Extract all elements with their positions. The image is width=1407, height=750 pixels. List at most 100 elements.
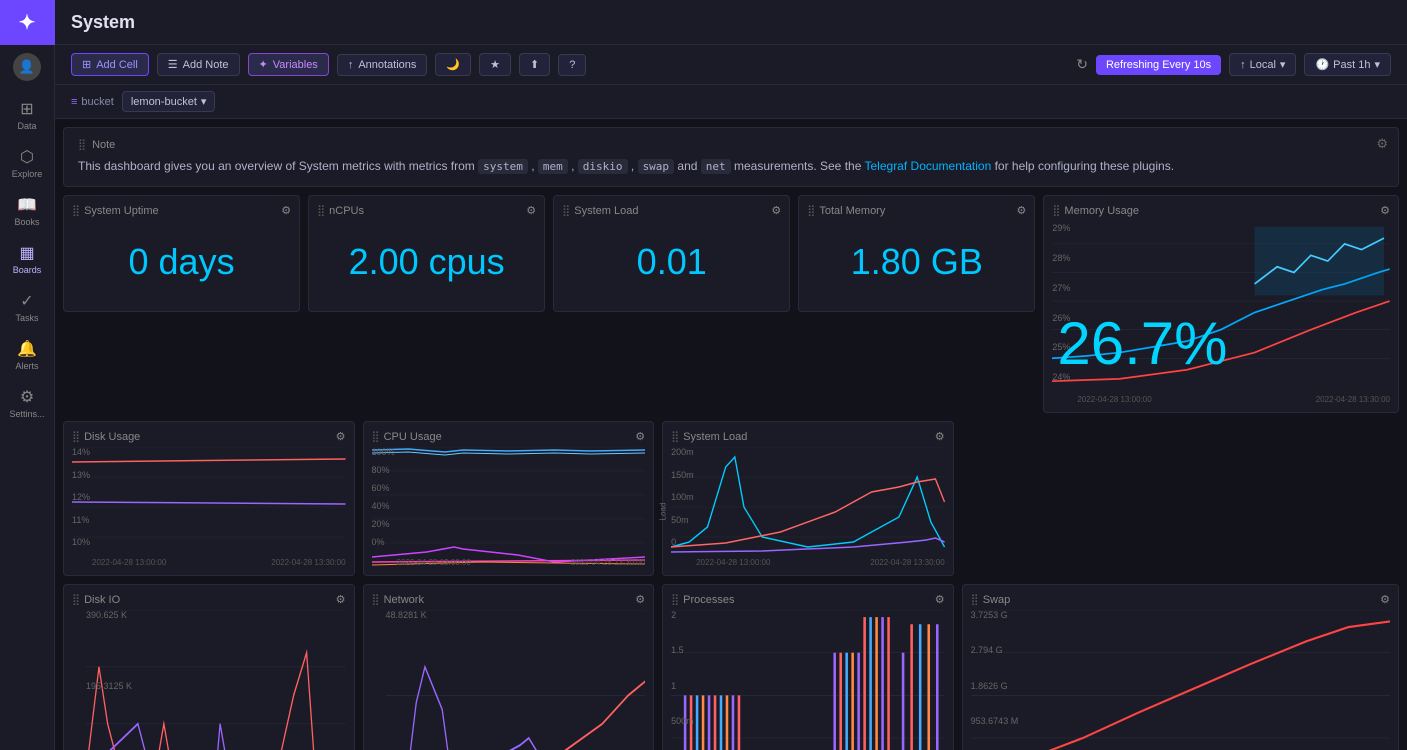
- memory-usage-title: ⣿ Memory Usage ⚙: [1052, 204, 1390, 217]
- upload-button[interactable]: ⬆: [519, 53, 550, 76]
- gear-icon-swap[interactable]: ⚙: [1380, 593, 1390, 606]
- gear-icon-diskusage[interactable]: ⚙: [336, 430, 346, 443]
- star-icon: ★: [490, 58, 500, 71]
- books-icon: 📖: [17, 195, 37, 215]
- mem-y1: 29%: [1052, 223, 1070, 233]
- gear-icon-load[interactable]: ⚙: [771, 204, 781, 217]
- add-note-button[interactable]: ☰ Add Note: [157, 53, 240, 76]
- gear-icon-sysload[interactable]: ⚙: [935, 430, 945, 443]
- total-memory-panel: ⣿ Total Memory ⚙ 1.80 GB: [798, 195, 1035, 312]
- gear-icon-uptime[interactable]: ⚙: [281, 204, 291, 217]
- sidebar-item-label-books: Books: [14, 217, 39, 227]
- mem-y2: 28%: [1052, 253, 1070, 263]
- note-settings-icon[interactable]: ⚙: [1376, 136, 1388, 152]
- uptime-value: 0 days: [72, 221, 291, 303]
- sidebar: ✦ 👤 ⊞ Data ⬡ Explore 📖 Books ▦ Boards ✓ …: [0, 0, 55, 750]
- gear-icon-processes[interactable]: ⚙: [935, 593, 945, 606]
- total-mem-value: 1.80 GB: [807, 221, 1026, 303]
- moon-icon: 🌙: [446, 58, 460, 71]
- gear-icon-cpu[interactable]: ⚙: [635, 430, 645, 443]
- system-load-stat-title: ⣿ System Load ⚙: [562, 204, 781, 217]
- annotations-button[interactable]: ↑ Annotations: [337, 54, 428, 76]
- processes-title: ⣿ Processes ⚙: [671, 593, 945, 606]
- bucket-dropdown[interactable]: lemon-bucket ▾: [122, 91, 216, 112]
- telegraf-doc-link[interactable]: Telegraf Documentation: [865, 159, 992, 173]
- gear-icon-memusage[interactable]: ⚙: [1380, 204, 1390, 217]
- sidebar-item-data[interactable]: ⊞ Data: [0, 89, 54, 137]
- gear-icon-ncpus[interactable]: ⚙: [526, 204, 536, 217]
- moon-button[interactable]: 🌙: [435, 53, 471, 76]
- star-button[interactable]: ★: [479, 53, 511, 76]
- processes-panel: ⣿ Processes ⚙: [662, 584, 954, 750]
- dashboard: ⣿ Note ⚙ This dashboard gives you an ove…: [55, 119, 1407, 750]
- disk-usage-title: ⣿ Disk Usage ⚙: [72, 430, 346, 443]
- sidebar-item-label-boards: Boards: [13, 265, 42, 275]
- note-icon: ☰: [168, 58, 178, 71]
- disk-io-panel: ⣿ Disk IO ⚙ Bytes: [63, 584, 355, 750]
- header: System: [55, 0, 1407, 45]
- sidebar-item-alerts[interactable]: 🔔 Alerts: [0, 329, 54, 377]
- network-panel: ⣿ Network ⚙ Bytes: [363, 584, 655, 750]
- alerts-icon: 🔔: [17, 339, 37, 359]
- diskio-bytes-label: Bytes: [72, 610, 86, 750]
- drag-icon-diskio: ⣿: [72, 593, 80, 606]
- sidebar-item-explore[interactable]: ⬡ Explore: [0, 137, 54, 185]
- upload-icon: ⬆: [530, 58, 539, 71]
- code-system: system: [478, 159, 528, 174]
- location-dropdown[interactable]: ↑ Local ▾: [1229, 53, 1296, 76]
- tasks-icon: ✓: [20, 291, 33, 311]
- boards-icon: ▦: [19, 243, 34, 263]
- help-icon: ?: [569, 59, 575, 71]
- add-cell-button[interactable]: ⊞ Add Cell: [71, 53, 149, 76]
- variables-icon: ✦: [259, 58, 268, 71]
- location-icon: ↑: [1240, 59, 1246, 71]
- help-button[interactable]: ?: [558, 54, 586, 76]
- explore-icon: ⬡: [20, 147, 34, 167]
- sidebar-item-boards[interactable]: ▦ Boards: [0, 233, 54, 281]
- load-value: 0.01: [562, 221, 781, 303]
- network-title: ⣿ Network ⚙: [372, 593, 646, 606]
- gear-icon-diskio[interactable]: ⚙: [336, 593, 346, 606]
- sidebar-item-tasks[interactable]: ✓ Tasks: [0, 281, 54, 329]
- variables-button[interactable]: ✦ Variables: [248, 53, 329, 76]
- note-panel-header: ⣿ Note: [78, 138, 1384, 151]
- mem-x1: 2022-04-28 13:00:00: [1077, 395, 1151, 404]
- gear-icon-mem[interactable]: ⚙: [1016, 204, 1026, 217]
- main-content: System ⊞ Add Cell ☰ Add Note ✦ Variables…: [55, 0, 1407, 750]
- system-load-stat-panel: ⣿ System Load ⚙ 0.01: [553, 195, 790, 312]
- sidebar-item-label-data: Data: [17, 121, 36, 131]
- drag-icon-ncpus: ⣿: [317, 204, 325, 217]
- memory-pct-value: 26.7%: [1057, 314, 1227, 374]
- drag-handle-icon: ⣿: [78, 138, 86, 151]
- drag-icon-load: ⣿: [562, 204, 570, 217]
- total-memory-title: ⣿ Total Memory ⚙: [807, 204, 1026, 217]
- refresh-button[interactable]: Refreshing Every 10s: [1096, 55, 1221, 75]
- system-load-chart-panel: ⣿ System Load ⚙ Load: [662, 421, 954, 576]
- sidebar-item-settings[interactable]: ⚙ Settins...: [0, 377, 54, 425]
- time-range-dropdown[interactable]: 🕐 Past 1h ▾: [1304, 53, 1391, 76]
- code-diskio: diskio: [578, 159, 628, 174]
- toolbar-right: ↻ Refreshing Every 10s ↑ Local ▾ 🕐 Past …: [1076, 53, 1391, 76]
- cpu-usage-title: ⣿ CPU Usage ⚙: [372, 430, 646, 443]
- drag-icon-cpu: ⣿: [372, 430, 380, 443]
- network-bytes-label: Bytes: [372, 610, 386, 750]
- add-cell-icon: ⊞: [82, 58, 91, 71]
- drag-icon-memusage: ⣿: [1052, 204, 1060, 217]
- code-net: net: [701, 159, 731, 174]
- swap-panel: ⣿ Swap ⚙ 3.72: [962, 584, 1399, 750]
- ncpus-panel: ⣿ nCPUs ⚙ 2.00 cpus: [308, 195, 545, 312]
- drag-icon-mem: ⣿: [807, 204, 815, 217]
- disk-usage-panel: ⣿ Disk Usage ⚙ 14% 13%: [63, 421, 355, 576]
- drag-icon-network: ⣿: [372, 593, 380, 606]
- system-uptime-title: ⣿ System Uptime ⚙: [72, 204, 291, 217]
- bucket-chevron-icon: ▾: [201, 95, 207, 108]
- sidebar-item-books[interactable]: 📖 Books: [0, 185, 54, 233]
- sidebar-item-label-explore: Explore: [12, 169, 43, 179]
- annotations-icon: ↑: [348, 59, 354, 71]
- avatar[interactable]: 👤: [13, 53, 41, 81]
- sidebar-item-label-alerts: Alerts: [15, 361, 38, 371]
- app-logo[interactable]: ✦: [0, 0, 55, 45]
- chevron-down-icon: ▾: [1280, 58, 1286, 71]
- gear-icon-network[interactable]: ⚙: [635, 593, 645, 606]
- swap-title: ⣿ Swap ⚙: [971, 593, 1390, 606]
